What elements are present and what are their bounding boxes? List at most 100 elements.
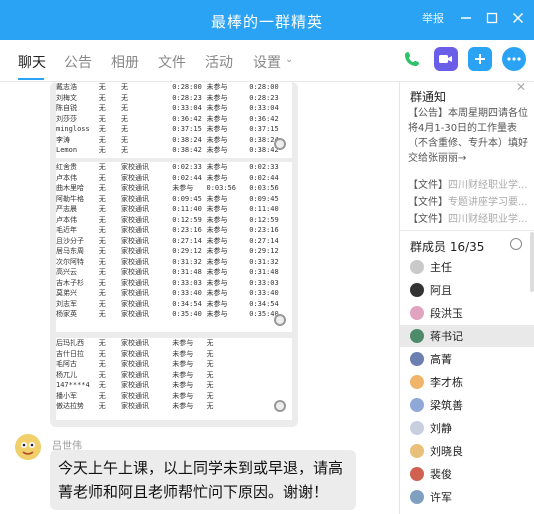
chat-message-area[interactable]: 戴志浩无无 0:28:00 未参与 0:28:00 刘梅文无无 0:28:23 未参与 0:2… <box>0 82 400 514</box>
table-cell: 0:34:54 <box>172 299 202 308</box>
table-cell: 无 <box>98 173 106 182</box>
search-icon[interactable] <box>510 238 522 250</box>
table-cell: 无 <box>98 247 106 255</box>
table-cell: 无 <box>98 381 106 389</box>
voice-call-button[interactable] <box>400 47 424 71</box>
avatar <box>410 421 424 435</box>
table-cell: 居马东周 <box>56 247 84 255</box>
table-cell: 无 <box>98 226 106 234</box>
file-label: 【文件】 <box>408 214 448 225</box>
list-item[interactable]: 刘晓良 <box>400 440 534 462</box>
table-cell: 李涛 <box>56 135 70 144</box>
list-item[interactable]: 刘静 <box>400 417 534 439</box>
avatar <box>410 260 424 274</box>
zoom-icon[interactable] <box>274 314 286 326</box>
table-cell: 0:12:59 <box>249 215 279 224</box>
table-cell: 无 <box>98 310 106 318</box>
video-call-button[interactable] <box>434 47 458 71</box>
table-cell: 0:11:40 <box>249 205 279 213</box>
list-item[interactable]: 主任 <box>400 256 534 278</box>
list-item[interactable]: 梁筑善 <box>400 394 534 416</box>
tab-files[interactable]: 文件 <box>158 52 186 72</box>
table-cell: 0:28:23 <box>172 93 202 102</box>
table-row: 毛近年 无 家校通讯 0:23:16 未参与 0:23:16 <box>56 225 292 236</box>
share-screen-button[interactable] <box>468 47 492 71</box>
list-item[interactable]: 许军 <box>400 486 534 508</box>
table-cell: 未参与 <box>172 360 194 368</box>
avatar <box>410 467 424 481</box>
close-icon[interactable]: ✕ <box>516 82 526 94</box>
table-cell: 0:29:12 <box>172 247 202 255</box>
notice-text[interactable]: 【公告】本周星期四请各位将4月1-30日的工作量表（不含重修、专升本）填好交给张… <box>408 106 528 166</box>
table-row: 严志晨 无 家校通讯 0:11:40 未参与 0:11:40 <box>56 204 292 215</box>
notice-title: 群通知 <box>410 90 447 104</box>
message-bubble[interactable]: 今天上午上课，以上同学未到或早退，请高菁老师和阿且老师帮忙问下原因。谢谢！ <box>50 450 356 510</box>
scrollbar[interactable] <box>530 232 534 292</box>
tab-announcement[interactable]: 公告 <box>64 52 92 72</box>
list-item[interactable]: 阿且 <box>400 279 534 301</box>
table-cell: 家校通讯 <box>120 236 149 245</box>
table-cell: 未参与 <box>206 104 228 112</box>
maximize-icon[interactable] <box>484 10 500 26</box>
table-cell: 家校通讯 <box>120 226 149 234</box>
list-item[interactable]: 李才栋 <box>400 371 534 393</box>
table-cell: 0:31:32 <box>249 257 279 266</box>
file-label: 【文件】 <box>408 197 448 208</box>
phone-icon <box>405 52 419 66</box>
table-cell: 杨家英 <box>56 310 77 318</box>
list-item[interactable]: 裴俊 <box>400 463 534 485</box>
list-item[interactable]: 蒋书记 <box>400 325 534 347</box>
table-cell: 次尔阿特 <box>56 257 84 266</box>
tab-album[interactable]: 相册 <box>111 52 139 72</box>
member-name: 蒋书记 <box>430 330 463 343</box>
table-cell: 无 <box>206 360 214 368</box>
table-cell: 无 <box>98 268 106 276</box>
file-item[interactable]: 【文件】四川财经职业学... <box>408 210 530 225</box>
member-name: 梁筑善 <box>430 399 463 412</box>
video-icon <box>439 55 452 63</box>
table-cell: 0:35:40 <box>172 310 202 318</box>
tab-activity[interactable]: 活动 <box>205 52 233 72</box>
table-cell: 无 <box>120 93 128 102</box>
file-item[interactable]: 【文件】四川财经职业学... <box>408 176 530 191</box>
table-cell: 无 <box>98 289 106 297</box>
qq-group-chat-window: 最棒的一群精英 举报 聊天 公告 相册 文件 活动 设置 ⌄ 戴志浩无无 0:2… <box>0 0 534 514</box>
table-cell: 未参与 <box>206 135 228 144</box>
zoom-icon[interactable] <box>274 400 286 412</box>
tab-chat[interactable]: 聊天 <box>18 52 46 72</box>
member-name: 高菁 <box>430 353 452 366</box>
table-row: 杨兀儿 无 家校通讯 未参与 无 <box>56 370 292 381</box>
list-item[interactable]: 段洪玉 <box>400 302 534 324</box>
attendance-image-message[interactable]: 戴志浩无无 0:28:00 未参与 0:28:00 刘梅文无无 0:28:23 未参与 0:2… <box>50 82 298 427</box>
list-item[interactable]: 高菁 <box>400 348 534 370</box>
table-row: 刘志军 无 家校通讯 0:34:54 未参与 0:34:54 <box>56 299 292 310</box>
table-cell: 毛阿古 <box>56 360 77 368</box>
file-item[interactable]: 【文件】专题讲座学习要... <box>408 193 530 208</box>
table-cell: 无 <box>206 370 214 379</box>
table-cell: 家校通讯 <box>120 402 149 410</box>
group-side-panel: 群通知 ✕ 【公告】本周星期四请各位将4月1-30日的工作量表（不含重修、专升本… <box>400 82 534 514</box>
table-row: 播小军 无 家校通讯 未参与 无 <box>56 391 292 402</box>
close-icon[interactable] <box>510 10 526 26</box>
table-cell: 0:23:16 <box>172 226 202 234</box>
avatar[interactable] <box>15 434 41 460</box>
avatar <box>410 490 424 504</box>
table-cell: 家校通讯 <box>120 349 149 358</box>
report-button[interactable]: 举报 <box>422 10 444 26</box>
zoom-icon[interactable] <box>274 138 286 150</box>
table-row: 红舍贵 无 家校通讯 0:02:33 未参与 0:02:33 <box>56 162 292 173</box>
chevron-down-icon[interactable]: ⌄ <box>285 54 293 65</box>
table-cell: 吉木子杉 <box>56 278 84 287</box>
divider <box>400 230 534 231</box>
table-cell: 无 <box>206 391 214 400</box>
table-row: 莫弟兴 无 家校通讯 0:33:40 未参与 0:33:40 <box>56 288 292 299</box>
table-cell: 无 <box>98 402 106 410</box>
table-row: 卢本伟 无 家校通讯 0:12:59 未参与 0:12:59 <box>56 215 292 226</box>
minimize-icon[interactable] <box>458 10 474 26</box>
avatar <box>410 352 424 366</box>
tab-settings[interactable]: 设置 <box>253 52 281 72</box>
table-cell: 0:09:45 <box>172 194 202 203</box>
table-cell: 家校通讯 <box>120 310 149 318</box>
table-cell: 未参与 <box>172 381 194 389</box>
more-button[interactable] <box>502 47 526 71</box>
